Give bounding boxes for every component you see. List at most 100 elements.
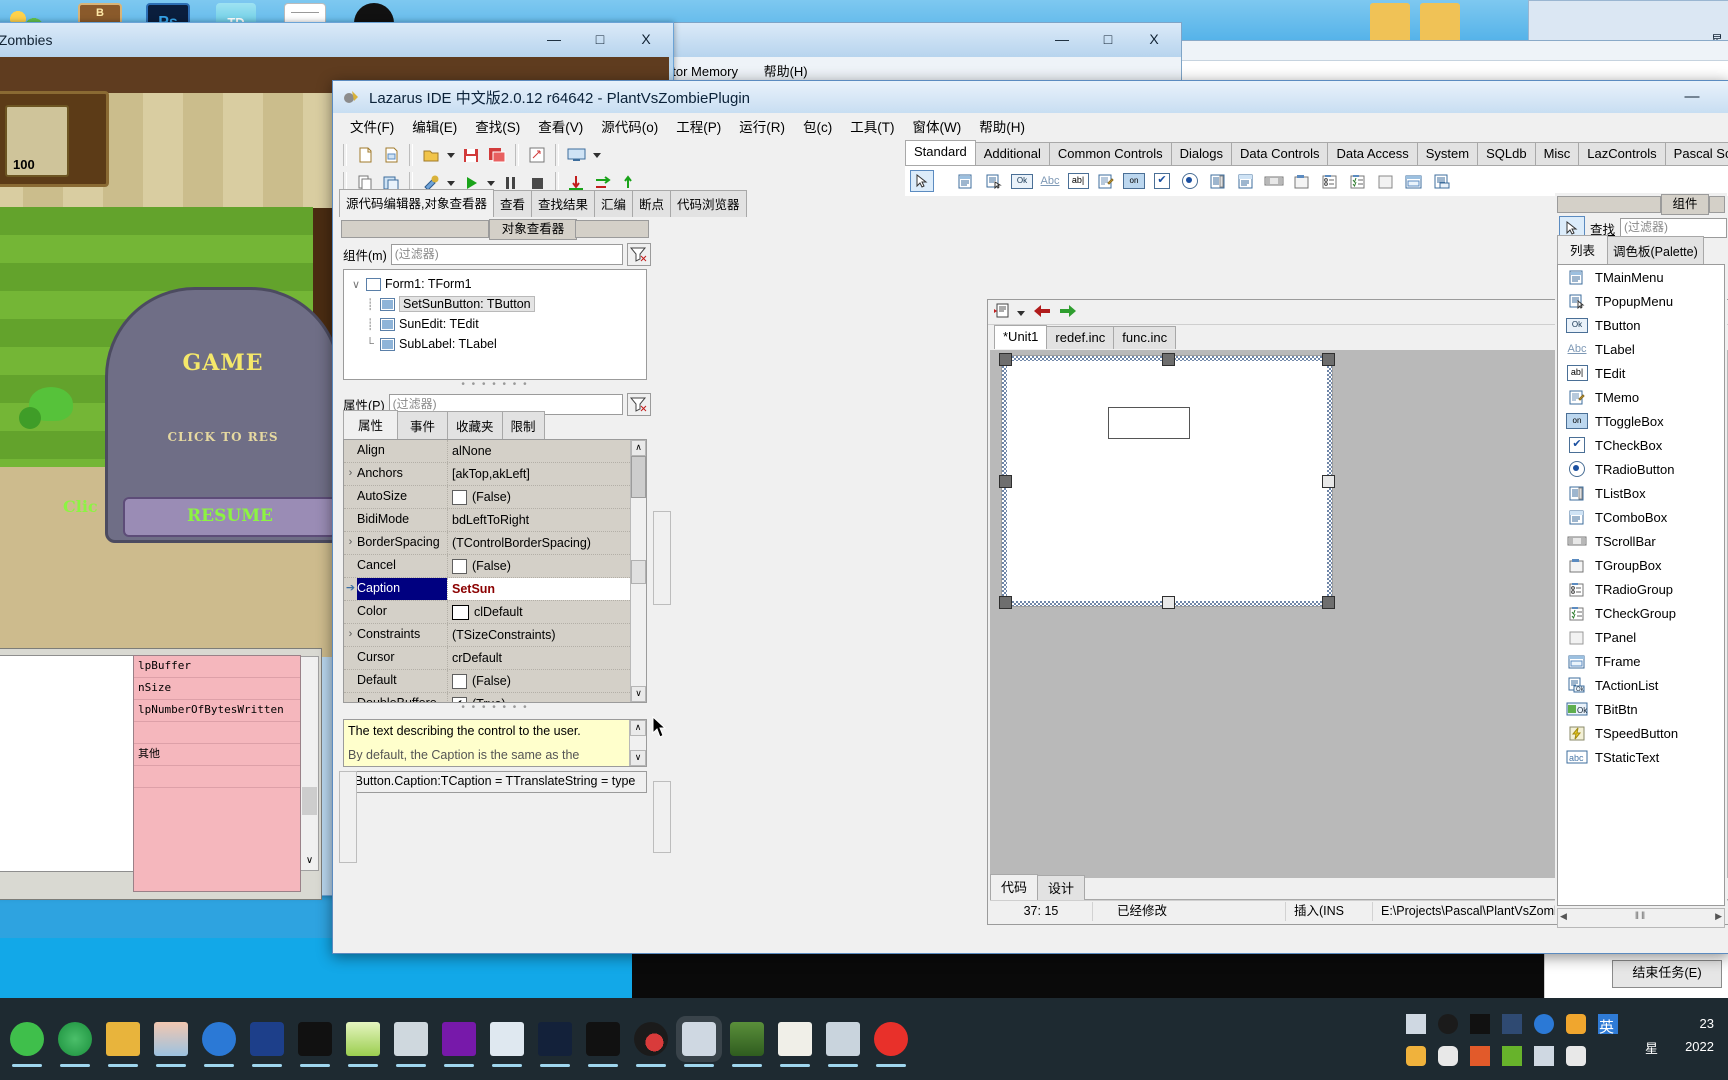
- taskbar-icon-lazarus[interactable]: [682, 1022, 716, 1067]
- tray-icon-shield[interactable]: [1566, 1014, 1586, 1034]
- color-swatch[interactable]: [452, 604, 469, 620]
- menu-help[interactable]: 帮助(H): [970, 113, 1034, 139]
- property-grid[interactable]: Align alNone › Anchors [akTop,akLeft] Au…: [343, 439, 647, 703]
- desktop-icon-folder-right1[interactable]: [1370, 3, 1410, 43]
- chevron-up-icon[interactable]: ∧: [631, 440, 646, 456]
- taskbar-icon-dark[interactable]: [538, 1022, 572, 1067]
- tree-row-setsunbutton[interactable]: ┊ SetSunButton: TButton: [350, 294, 646, 314]
- debug-param-row[interactable]: lpNumberOfBytesWritten: [134, 700, 300, 722]
- debug-param-row[interactable]: nSize: [134, 678, 300, 700]
- tmemo-icon[interactable]: [1095, 171, 1117, 191]
- footer-grip[interactable]: ‖‖: [1635, 911, 1647, 922]
- components-tree[interactable]: ∨ Form1: TForm1 ┊ SetSunButton: TButton …: [343, 269, 647, 380]
- palette-tab-common-controls[interactable]: Common Controls: [1048, 142, 1172, 165]
- source-tab-redef-inc[interactable]: redef.inc: [1046, 326, 1115, 349]
- taskbar-icon-acrobat[interactable]: [826, 1022, 860, 1067]
- list-item-tscrollbar[interactable]: TScrollBar: [1558, 529, 1724, 553]
- tray-icon-blue[interactable]: [1502, 1014, 1522, 1034]
- property-value-cell[interactable]: (False): [447, 486, 646, 508]
- chevron-down-icon[interactable]: ∨: [630, 750, 646, 766]
- pvz-resume-button[interactable]: RESUME: [123, 497, 337, 537]
- open-dropdown-icon[interactable]: [445, 143, 457, 167]
- tab-assembler[interactable]: 汇编: [594, 190, 634, 217]
- resize-handle-ne[interactable]: [1322, 353, 1335, 366]
- back-arrow-icon[interactable]: [1032, 304, 1052, 321]
- object-inspector-caption[interactable]: 对象查看器: [489, 219, 577, 240]
- debug-param-row[interactable]: lpBuffer: [134, 656, 300, 678]
- tab-restricted[interactable]: 限制: [501, 411, 545, 439]
- tpanel-icon[interactable]: [1375, 171, 1397, 191]
- list-item-tbitbtn[interactable]: Ok TBitBtn: [1558, 697, 1724, 721]
- menu-view[interactable]: 查看(V): [529, 113, 592, 139]
- new-icon[interactable]: [353, 143, 377, 167]
- menu-run[interactable]: 运行(R): [730, 113, 794, 139]
- row-expander[interactable]: ›: [344, 463, 357, 485]
- taskbar-icon-kugou[interactable]: [202, 1022, 236, 1067]
- tab-code-browser[interactable]: 代码浏览器: [670, 190, 747, 217]
- tab-favorites[interactable]: 收藏夹: [447, 411, 503, 439]
- property-value[interactable]: (TSizeConstraints): [447, 624, 646, 646]
- list-item-tradiobutton[interactable]: TRadioButton: [1558, 457, 1724, 481]
- list-item-tcheckbox[interactable]: ✔ TCheckBox: [1558, 433, 1724, 457]
- form-child-button[interactable]: [1108, 407, 1190, 439]
- source-tab-unit1[interactable]: *Unit1: [994, 325, 1048, 349]
- memory-window-minimize[interactable]: —: [1039, 26, 1085, 52]
- property-value[interactable]: bdLeftToRight: [447, 509, 646, 531]
- clear-filter-icon[interactable]: [627, 242, 651, 266]
- tree-row-form1[interactable]: ∨ Form1: TForm1: [350, 274, 646, 294]
- menu-search[interactable]: 查找(S): [466, 113, 529, 139]
- pvz-maximize-button[interactable]: □: [577, 26, 623, 52]
- taskbar-icon-photos[interactable]: [154, 1022, 188, 1067]
- bottom-tab-code[interactable]: 代码: [990, 874, 1039, 900]
- palette-tab-standard[interactable]: Standard: [905, 140, 976, 165]
- tcheckbox-icon[interactable]: ✔: [1151, 171, 1173, 191]
- property-grid-scroll-thumb[interactable]: [631, 456, 646, 498]
- debug-param-row[interactable]: 其他: [134, 744, 300, 766]
- row-expander[interactable]: ›: [344, 532, 357, 554]
- chevron-up-icon[interactable]: ∧: [630, 720, 646, 736]
- default-checkbox[interactable]: [452, 673, 467, 689]
- property-value[interactable]: [akTop,akLeft]: [447, 463, 646, 485]
- taskbar-icon-notepad[interactable]: [346, 1022, 380, 1067]
- tcombobox-icon[interactable]: [1235, 171, 1257, 191]
- taskbar-icon-cheatengine[interactable]: [298, 1022, 332, 1067]
- palette-tab-misc[interactable]: Misc: [1534, 142, 1580, 165]
- list-item-tspeedbutton[interactable]: TSpeedButton: [1558, 721, 1724, 745]
- ttogglebox-icon[interactable]: on: [1123, 171, 1145, 191]
- palette-tab-data-controls[interactable]: Data Controls: [1231, 142, 1329, 165]
- palette-tab-dialogs[interactable]: Dialogs: [1170, 142, 1232, 165]
- network-icon[interactable]: [1534, 1046, 1554, 1066]
- tab-search-results[interactable]: 查找结果: [531, 190, 596, 217]
- vertical-dock-strip-2[interactable]: [653, 781, 671, 853]
- property-row-bidimode[interactable]: BidiMode bdLeftToRight: [344, 509, 646, 532]
- tree-expander-icon[interactable]: ∨: [350, 278, 362, 291]
- taskbar-icon-pvz[interactable]: [730, 1022, 764, 1067]
- tray-icon-nvidia[interactable]: [1502, 1046, 1522, 1066]
- clear-properties-filter-icon[interactable]: [627, 392, 651, 416]
- list-item-tlistbox[interactable]: TListBox: [1558, 481, 1724, 505]
- list-item-tmemo[interactable]: TMemo: [1558, 385, 1724, 409]
- taskbar-icon-sogou[interactable]: [874, 1022, 908, 1067]
- debug-list-scrollbar[interactable]: ∨: [300, 656, 319, 871]
- tab-events[interactable]: 事件: [397, 411, 449, 439]
- hint-splitter[interactable]: • • • • • • •: [339, 703, 651, 713]
- menu-edit[interactable]: 编辑(E): [403, 113, 466, 139]
- component-list-caption[interactable]: 组件: [1661, 194, 1709, 215]
- tframe-icon[interactable]: [1403, 171, 1425, 191]
- property-row-constraints[interactable]: › Constraints (TSizeConstraints): [344, 624, 646, 647]
- property-value[interactable]: alNone: [447, 440, 646, 462]
- tray-icon-messenger[interactable]: [1406, 1046, 1426, 1066]
- panel-splitter[interactable]: • • • • • • •: [339, 380, 651, 390]
- tpopupmenu-icon[interactable]: [983, 171, 1005, 191]
- property-row-doublebuffered[interactable]: DoubleBuffere (True): [344, 693, 646, 702]
- palette-tab-sqldb[interactable]: SQLdb: [1477, 142, 1536, 165]
- list-item-tframe[interactable]: TFrame: [1558, 649, 1724, 673]
- components-filter-input[interactable]: (过滤器): [390, 243, 623, 265]
- property-row-default[interactable]: Default (False): [344, 670, 646, 693]
- taskbar-icon-help[interactable]: [778, 1022, 812, 1067]
- chevron-left-icon[interactable]: ◀: [1560, 911, 1567, 922]
- ime-indicator[interactable]: 英: [1599, 1016, 1614, 1037]
- taskbar-clock[interactable]: 23 2022: [1685, 1012, 1714, 1058]
- property-value-cell[interactable]: (False): [447, 555, 646, 577]
- list-item-tactionlist[interactable]: Ok TActionList: [1558, 673, 1724, 697]
